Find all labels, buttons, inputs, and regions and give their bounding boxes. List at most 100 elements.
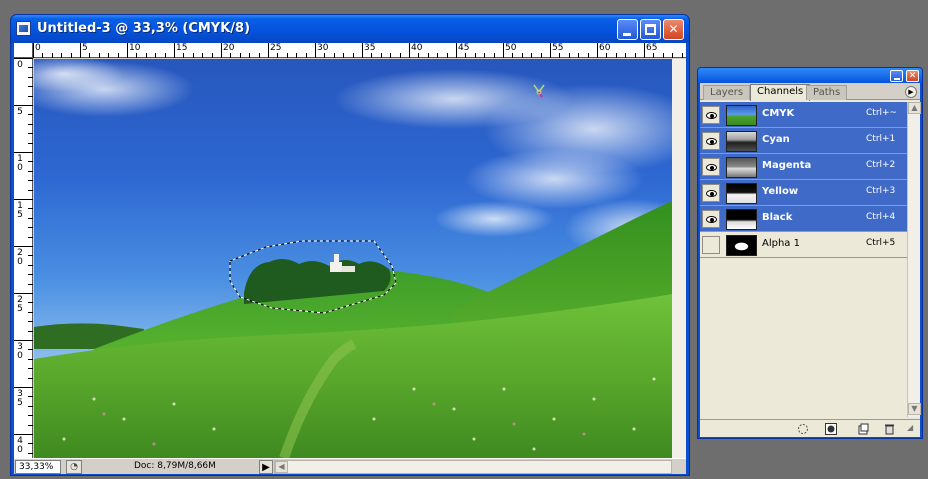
channel-thumbnail	[726, 209, 757, 230]
landscape-image	[34, 59, 672, 458]
ruler-minor-tick	[249, 53, 251, 58]
channel-shortcut: Ctrl+4	[866, 212, 896, 222]
maximize-button[interactable]	[640, 19, 661, 40]
channel-row-alpha-1[interactable]: Alpha 1 Ctrl+5	[700, 232, 907, 258]
ruler-minor-tick	[634, 53, 636, 58]
document-titlebar[interactable]: Untitled-3 @ 33,3% (CMYK/8) ✕	[11, 15, 689, 43]
ruler-minor-tick	[28, 236, 33, 238]
ruler-minor-tick	[70, 53, 72, 58]
visibility-toggle[interactable]	[702, 184, 720, 202]
channel-row-yellow[interactable]: Yellow Ctrl+3	[700, 180, 907, 206]
save-selection-icon[interactable]	[825, 423, 837, 435]
palette-scrollbar[interactable]: ▲ ▼	[907, 102, 921, 417]
ruler-label: 20	[223, 43, 235, 53]
horizontal-ruler[interactable]: 0 5 10 15 20 25 30 35 40 45 50 55 60 65	[33, 43, 686, 58]
ruler-minor-tick	[183, 53, 185, 58]
ruler-minor-tick	[28, 264, 33, 266]
channel-row-black[interactable]: Black Ctrl+4	[700, 206, 907, 232]
visibility-toggle[interactable]	[702, 236, 720, 254]
ruler-major-tick	[80, 43, 81, 58]
ruler-label: 40	[411, 43, 423, 53]
palette-menu-button[interactable]: ▶	[905, 86, 917, 98]
ruler-minor-tick	[28, 311, 33, 313]
new-channel-icon[interactable]	[857, 423, 869, 435]
ruler-minor-tick	[474, 53, 476, 58]
load-selection-icon[interactable]	[797, 423, 809, 435]
visibility-toggle[interactable]	[702, 132, 720, 150]
ruler-minor-tick	[28, 161, 33, 163]
tab-paths[interactable]: Paths	[806, 85, 848, 100]
channel-row-cyan[interactable]: Cyan Ctrl+1	[700, 128, 907, 154]
channel-thumbnail	[726, 105, 757, 126]
ruler-label: 0	[35, 43, 41, 53]
channel-thumbnail	[726, 183, 757, 204]
ruler-minor-tick	[28, 189, 33, 191]
vertical-ruler[interactable]: 0 5 10 15 20 25 30 35 40	[14, 58, 33, 473]
status-menu-button[interactable]: ▶	[259, 460, 273, 474]
palette-footer: ◢	[700, 419, 920, 437]
clock-icon: ◔	[70, 462, 78, 472]
delete-channel-icon[interactable]	[883, 423, 895, 435]
close-icon: ✕	[908, 71, 917, 81]
palette-body: Layers Channels Paths ▶ CMYK Ctrl+~ Cyan Ct…	[700, 83, 921, 437]
palette-minimize-button[interactable]	[890, 70, 903, 82]
channel-row-cmyk[interactable]: CMYK Ctrl+~	[700, 102, 907, 128]
palette-titlebar[interactable]: ✕	[698, 68, 922, 83]
channel-name: Black	[762, 212, 793, 223]
navigator-button[interactable]: ◔	[66, 460, 82, 474]
ruler-major-tick	[550, 43, 551, 58]
ruler-minor-tick	[28, 114, 33, 116]
ruler-minor-tick	[28, 142, 33, 144]
scroll-down-button[interactable]: ▼	[908, 403, 921, 415]
ruler-minor-tick	[117, 53, 119, 58]
zoom-field[interactable]: 33,33%	[15, 460, 61, 474]
document-window[interactable]: Untitled-3 @ 33,3% (CMYK/8) ✕ 0 5 10 15 20 25…	[10, 14, 690, 476]
ruler-minor-tick	[28, 452, 33, 454]
image-canvas[interactable]	[34, 59, 672, 458]
triangle-right-icon: ▶	[908, 88, 914, 96]
ruler-minor-tick	[662, 53, 664, 58]
ruler-minor-tick	[239, 53, 241, 58]
ruler-minor-tick	[28, 415, 33, 417]
eye-icon	[706, 112, 717, 119]
ruler-minor-tick	[28, 302, 33, 304]
ruler-minor-tick	[324, 53, 326, 58]
ruler-label: 65	[646, 43, 658, 53]
visibility-toggle[interactable]	[702, 158, 720, 176]
vertical-scrollbar[interactable]	[672, 59, 686, 458]
resize-grip-icon[interactable]: ◢	[907, 423, 919, 436]
minimize-button[interactable]	[617, 19, 638, 40]
scroll-up-button[interactable]: ▲	[908, 102, 921, 114]
ruler-minor-tick	[427, 53, 429, 58]
close-button[interactable]: ✕	[663, 19, 684, 40]
channel-row-magenta[interactable]: Magenta Ctrl+2	[700, 154, 907, 180]
ruler-label: 25	[270, 43, 282, 53]
visibility-toggle[interactable]	[702, 106, 720, 124]
ruler-minor-tick	[61, 53, 63, 58]
tab-layers[interactable]: Layers	[703, 85, 751, 100]
ruler-minor-tick	[28, 133, 33, 135]
ruler-major-tick	[14, 199, 33, 200]
ruler-minor-tick	[28, 349, 33, 351]
ruler-major-tick	[14, 434, 33, 435]
ruler-minor-tick	[28, 227, 33, 229]
palette-close-button[interactable]: ✕	[906, 70, 919, 82]
ruler-minor-tick	[192, 53, 194, 58]
horizontal-scrollbar[interactable]: ◀	[274, 460, 672, 474]
ruler-minor-tick	[28, 358, 33, 360]
eye-icon	[706, 164, 717, 171]
ruler-label: 0	[17, 60, 23, 70]
channels-palette[interactable]: ✕ Layers Channels Paths ▶ CMYK Ctrl+~ Cyan…	[697, 67, 923, 439]
ruler-minor-tick	[28, 283, 33, 285]
ruler-major-tick	[14, 246, 33, 247]
status-bar: 33,33% ◔ Doc: 8,79M/8,66M ▶ ◀	[14, 458, 686, 474]
scroll-left-button[interactable]: ◀	[275, 461, 288, 473]
ruler-minor-tick	[42, 53, 44, 58]
tab-channels[interactable]: Channels	[750, 84, 811, 101]
ruler-origin[interactable]	[14, 43, 33, 58]
visibility-toggle[interactable]	[702, 210, 720, 228]
document-title: Untitled-3 @ 33,3% (CMYK/8)	[37, 21, 251, 36]
ruler-minor-tick	[531, 53, 533, 58]
ruler-label: 40	[17, 436, 23, 455]
eye-icon	[706, 190, 717, 197]
